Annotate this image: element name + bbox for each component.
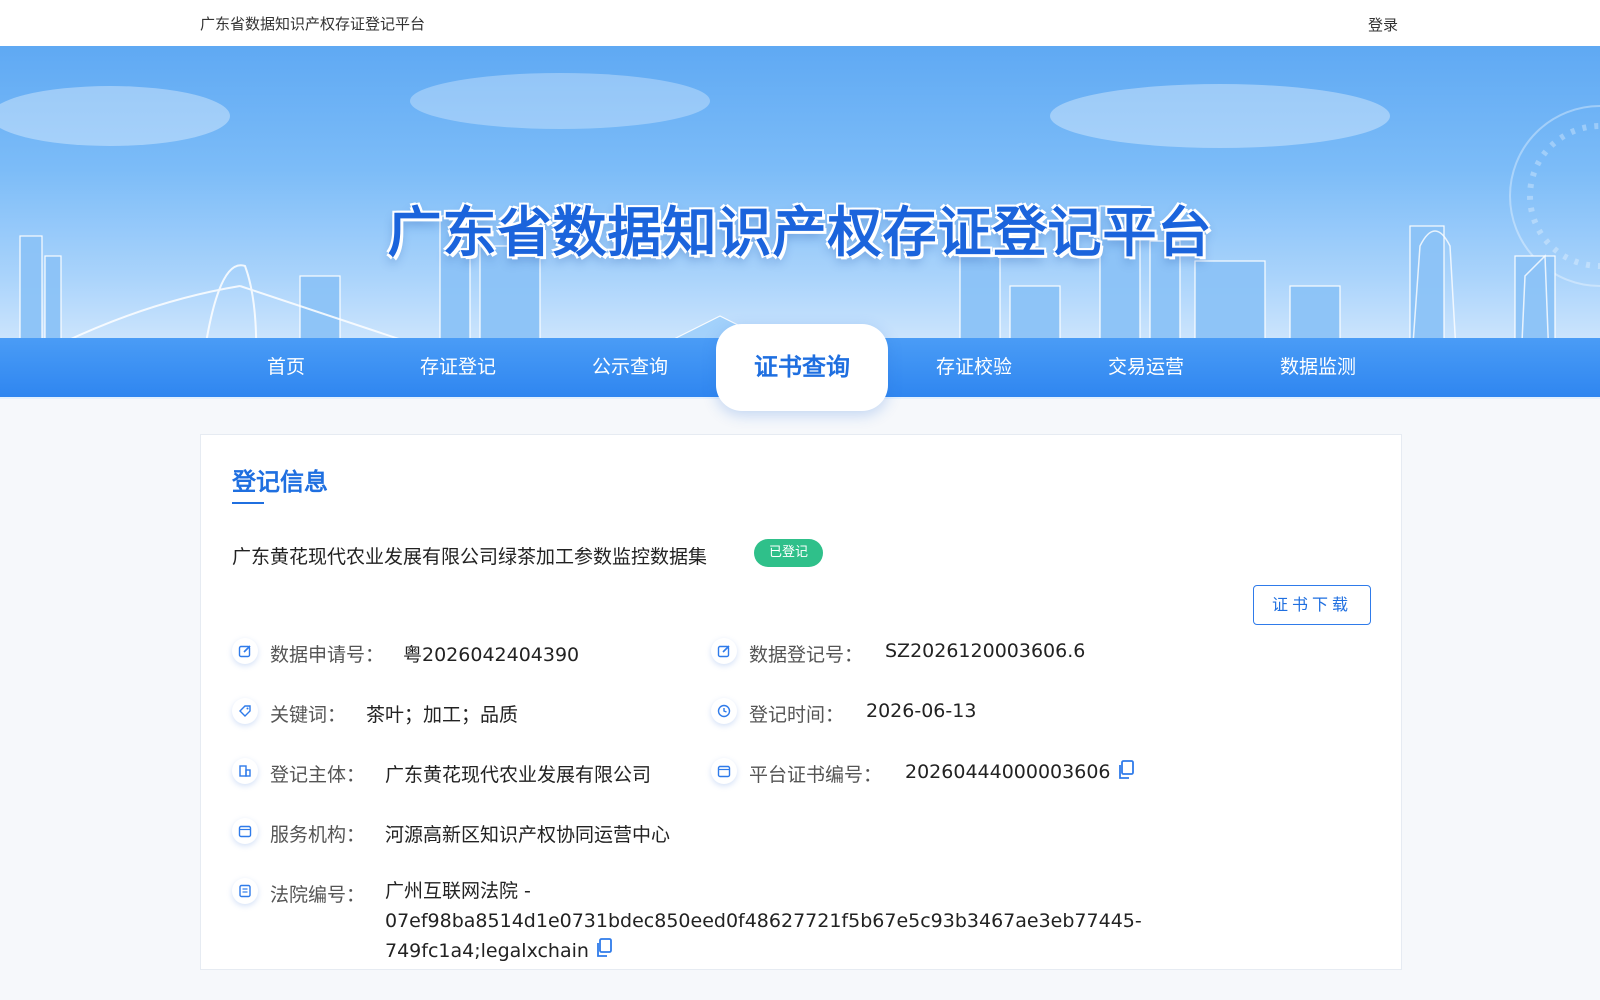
banner-title: 广东省数据知识产权存证登记平台 <box>387 201 1213 264</box>
document-icon <box>232 878 258 904</box>
site-name: 广东省数据知识产权存证登记平台 <box>200 15 426 33</box>
calendar-icon <box>232 818 258 844</box>
section-title: 登记信息 <box>232 468 328 496</box>
field-label: 服务机构： <box>270 824 366 846</box>
field-label: 关键词： <box>270 704 347 726</box>
field-value: SZ2026120003606.6 <box>885 640 1086 662</box>
field-label: 登记主体： <box>270 764 366 786</box>
nav-item-1[interactable]: 存证登记 <box>372 338 544 397</box>
field-value: 广东黄花现代农业发展有限公司 <box>385 764 652 786</box>
nav-item-4[interactable]: 存证校验 <box>888 338 1060 397</box>
field-label: 数据登记号： <box>749 644 864 666</box>
nav-item-label: 存证登记 <box>419 356 496 378</box>
field-label: 数据申请号： <box>270 644 385 666</box>
main-nav: 首页 存证登记 公示查询 证书查询 存证校验 交易运营 数据监测 <box>0 324 1600 411</box>
field-value: 20260444000003606 <box>905 761 1111 783</box>
login-link[interactable]: 登录 <box>1368 14 1398 35</box>
section-title-underline <box>232 502 264 504</box>
copy-icon[interactable] <box>595 937 613 967</box>
field-value: 粤2026042404390 <box>403 644 580 666</box>
nav-item-0[interactable]: 首页 <box>200 338 372 397</box>
field-label: 登记时间： <box>749 704 845 726</box>
tag-icon <box>232 698 258 724</box>
nav-item-label: 交易运营 <box>1107 356 1184 378</box>
company-icon <box>232 758 258 784</box>
edit-icon <box>711 638 737 664</box>
clock-icon <box>711 698 737 724</box>
edit-icon <box>232 638 258 664</box>
calendar-icon <box>711 758 737 784</box>
nav-item-label: 存证校验 <box>935 356 1012 378</box>
nav-item-label: 数据监测 <box>1279 356 1356 378</box>
nav-item-label: 证书查询 <box>754 353 850 381</box>
nav-item-2[interactable]: 公示查询 <box>544 338 716 397</box>
status-badge: 已登记 <box>754 539 824 567</box>
nav-item-label: 首页 <box>266 356 305 378</box>
registration-info-card: 登记信息 广东黄花现代农业发展有限公司绿茶加工参数监控数据集 已登记 证书下载 … <box>200 434 1402 970</box>
field-value: 2026-06-13 <box>866 700 977 722</box>
copy-icon[interactable] <box>1117 760 1135 785</box>
field-value: 河源高新区知识产权协同运营中心 <box>385 824 671 846</box>
nav-item-label: 公示查询 <box>591 356 668 378</box>
nav-item-3[interactable]: 证书查询 <box>716 324 888 411</box>
nav-item-6[interactable]: 数据监测 <box>1232 338 1404 397</box>
field-value: 茶叶；加工；品质 <box>366 704 519 726</box>
top-bar: 广东省数据知识产权存证登记平台 登录 <box>0 0 1600 46</box>
nav-item-5[interactable]: 交易运营 <box>1060 338 1232 397</box>
field-label: 法院编号： <box>270 884 366 906</box>
certificate-download-button[interactable]: 证书下载 <box>1253 585 1371 625</box>
asset-name: 广东黄花现代农业发展有限公司绿茶加工参数监控数据集 <box>232 546 708 568</box>
field-label: 平台证书编号： <box>749 764 883 786</box>
field-value: 广州互联网法院 - 07ef98ba8514d1e0731bdec850eed0… <box>385 880 1142 962</box>
